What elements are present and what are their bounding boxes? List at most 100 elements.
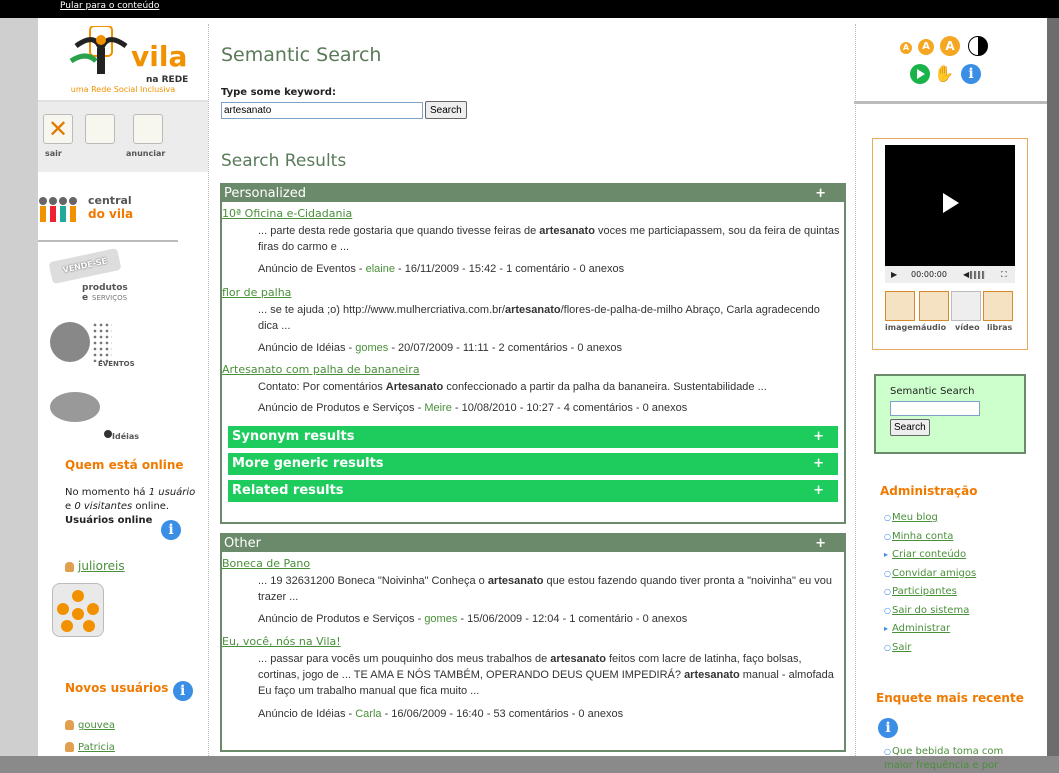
meta-details: - 10/08/2010 - 10:27 - 4 comentários - 0… bbox=[451, 402, 688, 414]
admin-link[interactable]: Convidar amigos bbox=[892, 568, 976, 579]
font-medium-button[interactable]: A bbox=[918, 39, 934, 55]
new-user-link[interactable]: Patricia bbox=[65, 742, 115, 753]
result-snippet: ... se te ajuda ;o) http://www.mulhercri… bbox=[258, 302, 842, 334]
play-icon[interactable] bbox=[943, 193, 959, 213]
online-text: No momento há 1 usuário e 0 visitantes o… bbox=[65, 486, 225, 540]
fullscreen-icon[interactable]: ⛶ bbox=[1001, 266, 1007, 283]
play-small-icon[interactable]: ▶ bbox=[891, 266, 897, 283]
result-snippet: ... parte desta rede gostaria que quando… bbox=[258, 223, 842, 255]
other-header-label: Other bbox=[224, 536, 261, 551]
admin-link[interactable]: Minha conta bbox=[892, 531, 953, 542]
meta-type: Anúncio de Produtos e Serviços - bbox=[258, 402, 425, 414]
bullet-icon: ○ bbox=[884, 587, 891, 596]
produtos-servicos-link[interactable]: VENDE-SE produtos e SERVIÇOS bbox=[46, 247, 136, 306]
result-title-link[interactable]: Eu, você, nós na Vila! bbox=[222, 635, 341, 648]
volume-icon[interactable]: ◀‖‖‖‖ bbox=[963, 266, 985, 283]
admin-item: ○Convidar amigos bbox=[884, 565, 976, 584]
contrast-icon[interactable] bbox=[968, 36, 988, 56]
info-icon[interactable]: i bbox=[172, 681, 193, 701]
online-text-mid: e bbox=[65, 501, 75, 512]
play-icon[interactable] bbox=[910, 64, 930, 84]
skip-to-content-link[interactable]: Pular para o conteúdo bbox=[60, 1, 159, 11]
admin-link[interactable]: Criar conteúdo bbox=[892, 549, 966, 560]
central-do-vila-link[interactable]: central do vila bbox=[38, 186, 178, 228]
site-logo[interactable]: vila na REDE uma Rede Social Inclusiva bbox=[38, 18, 208, 102]
admin-link[interactable]: Administrar bbox=[892, 623, 950, 634]
info-icon[interactable]: i bbox=[161, 520, 181, 540]
author-link[interactable]: Meire bbox=[424, 402, 452, 414]
other-box: Other + Boneca de Pano ... 19 32631200 Bo… bbox=[220, 533, 846, 752]
video-player: ▶ 00:00:00 ◀‖‖‖‖ ⛶ imagem áudio vídeo li… bbox=[872, 138, 1028, 350]
expand-icon[interactable]: + bbox=[813, 453, 824, 475]
central-line1: central bbox=[88, 194, 132, 207]
anunciar-button[interactable] bbox=[133, 114, 163, 144]
user-network-avatar[interactable] bbox=[52, 583, 104, 637]
audio-icon[interactable] bbox=[919, 291, 949, 321]
people-group-icon bbox=[39, 197, 77, 222]
admin-item: ○Minha conta bbox=[884, 528, 976, 547]
author-link[interactable]: Carla bbox=[355, 708, 381, 720]
ideias-link[interactable]: Idéias bbox=[46, 388, 139, 443]
expand-icon[interactable]: + bbox=[813, 480, 824, 502]
result-title-link[interactable]: flor de palha bbox=[222, 286, 291, 299]
author-link[interactable]: gomes bbox=[424, 613, 457, 625]
network-icon bbox=[57, 590, 99, 632]
admin-link[interactable]: Meu blog bbox=[892, 512, 938, 523]
bullet-icon: ○ bbox=[884, 531, 891, 541]
result-title-link[interactable]: Boneca de Pano bbox=[222, 557, 310, 570]
synonym-results-bar[interactable]: Synonym results + bbox=[228, 426, 838, 448]
font-small-button[interactable]: A bbox=[900, 42, 912, 54]
play-triangle bbox=[917, 69, 925, 79]
author-link[interactable]: elaine bbox=[366, 263, 395, 275]
expand-icon[interactable]: + bbox=[813, 426, 824, 448]
result-title-link[interactable]: 10ª Oficina e-Cidadania bbox=[222, 207, 352, 220]
info-icon[interactable]: i bbox=[961, 64, 981, 84]
video-controls[interactable]: ▶ 00:00:00 ◀‖‖‖‖ ⛶ bbox=[885, 266, 1015, 283]
meta-type: Anúncio de Idéias - bbox=[258, 342, 356, 354]
author-link[interactable]: gomes bbox=[355, 342, 388, 354]
bullet-icon: ○ bbox=[884, 747, 891, 756]
keyword-input[interactable] bbox=[221, 102, 423, 119]
search-button[interactable]: Search bbox=[425, 101, 467, 119]
info-icon[interactable]: i bbox=[878, 718, 898, 738]
sign-language-icon[interactable]: ✋ bbox=[934, 64, 956, 86]
expand-icon[interactable]: + bbox=[815, 185, 826, 202]
blank-button[interactable] bbox=[85, 114, 115, 144]
libras-icon[interactable] bbox=[983, 291, 1013, 321]
online-user-link[interactable]: julioreis bbox=[65, 559, 125, 573]
more-generic-results-bar[interactable]: More generic results + bbox=[228, 453, 838, 475]
right-scrollbar[interactable] bbox=[1047, 18, 1059, 756]
media-label: libras bbox=[987, 323, 1013, 332]
media-label: áudio bbox=[921, 323, 947, 332]
results-title: Search Results bbox=[221, 151, 347, 171]
font-large-button[interactable]: A bbox=[940, 36, 960, 56]
side-search-button[interactable]: Search bbox=[890, 419, 930, 436]
side-search-input[interactable] bbox=[890, 401, 980, 416]
eventos-link[interactable]: EVENTOS bbox=[46, 318, 136, 373]
poll-question-text: Que bebida toma com maior frequência e p… bbox=[884, 746, 1004, 771]
new-user-link[interactable]: gouvea bbox=[65, 720, 115, 731]
admin-link[interactable]: Sair bbox=[892, 642, 911, 653]
close-icon: ✕ bbox=[48, 115, 69, 143]
poll-question-link[interactable]: ○Que bebida toma com maior frequência e … bbox=[884, 745, 1034, 773]
meta-details: - 20/07/2009 - 11:11 - 2 comentários - 0… bbox=[388, 342, 623, 354]
other-header[interactable]: Other + bbox=[222, 535, 844, 552]
expand-icon[interactable]: + bbox=[815, 535, 826, 552]
sair-label: sair bbox=[45, 149, 62, 158]
bullet-icon: ○ bbox=[884, 605, 891, 615]
bullet-icon: ○ bbox=[884, 513, 891, 522]
related-results-bar[interactable]: Related results + bbox=[228, 480, 838, 502]
result-title-link[interactable]: Artesanato com palha de bananeira bbox=[222, 363, 420, 376]
main-content: Semantic Search Type some keyword: Searc… bbox=[208, 24, 856, 756]
video-screen[interactable] bbox=[885, 145, 1015, 266]
poll-title: Enquete mais recente bbox=[876, 691, 1024, 705]
sair-button[interactable]: ✕ bbox=[43, 114, 73, 144]
admin-link[interactable]: Sair do sistema bbox=[892, 605, 969, 616]
accessibility-controls: A A A bbox=[894, 34, 1024, 56]
admin-link[interactable]: Participantes bbox=[892, 586, 957, 597]
personalized-header[interactable]: Personalized + bbox=[222, 185, 844, 202]
camera-icon[interactable] bbox=[885, 291, 915, 321]
bullet-icon: ○ bbox=[884, 568, 891, 578]
personalized-header-label: Personalized bbox=[224, 186, 306, 201]
video-icon[interactable] bbox=[951, 291, 981, 321]
